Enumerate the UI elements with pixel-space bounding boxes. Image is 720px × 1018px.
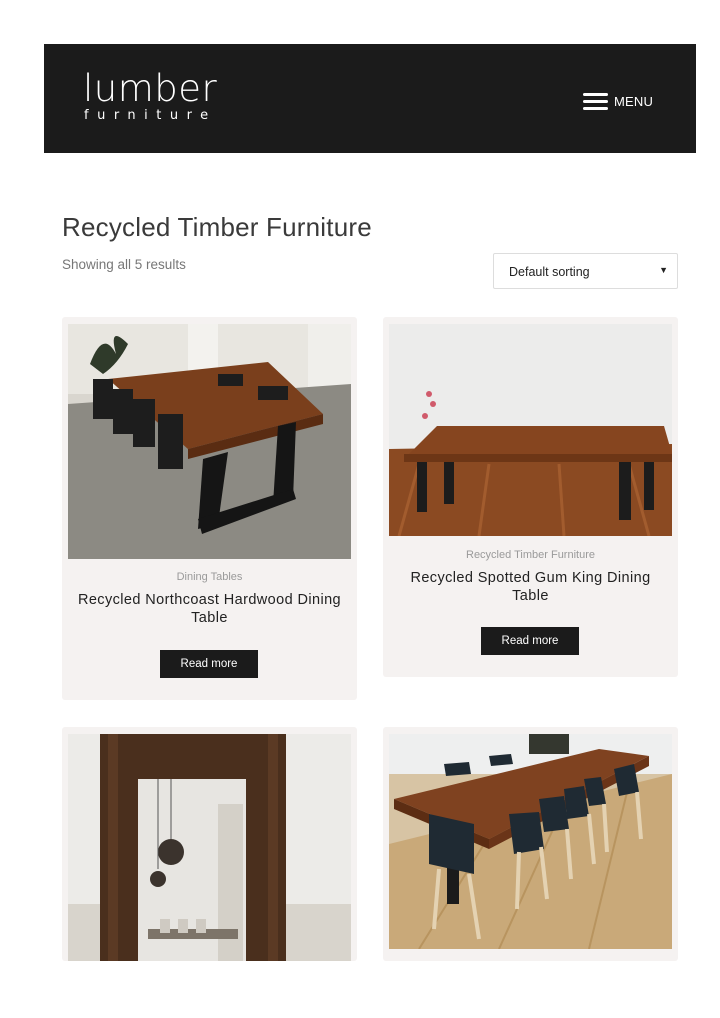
product-category[interactable]: Recycled Timber Furniture xyxy=(383,549,678,561)
site-logo[interactable]: lumber furniture xyxy=(83,70,217,124)
product-card xyxy=(62,727,357,961)
product-card: Dining Tables Recycled Northcoast Hardwo… xyxy=(62,317,357,700)
site-header: lumber furniture MENU xyxy=(44,44,696,153)
sorting-select[interactable]: Default sorting ▼ xyxy=(493,253,678,289)
results-count: Showing all 5 results xyxy=(62,257,186,272)
menu-button[interactable]: MENU xyxy=(583,91,653,111)
product-card xyxy=(383,727,678,961)
product-card: Recycled Timber Furniture Recycled Spott… xyxy=(383,317,678,677)
logo-wordmark: lumber xyxy=(83,67,218,110)
product-image[interactable] xyxy=(389,734,672,949)
page-title: Recycled Timber Furniture xyxy=(62,212,372,242)
sorting-selected-value: Default sorting xyxy=(509,265,590,279)
read-more-button[interactable]: Read more xyxy=(481,627,579,655)
product-title[interactable]: Recycled Spotted Gum King Dining Table xyxy=(393,569,668,605)
product-image[interactable] xyxy=(68,734,351,961)
menu-label: MENU xyxy=(614,93,654,109)
read-more-button[interactable]: Read more xyxy=(160,650,258,678)
caret-down-icon: ▼ xyxy=(659,265,668,275)
hamburger-icon xyxy=(583,92,608,110)
product-category[interactable]: Dining Tables xyxy=(62,571,357,583)
product-image[interactable] xyxy=(68,324,351,559)
product-title[interactable]: Recycled Northcoast Hardwood Dining Tabl… xyxy=(72,591,347,627)
logo-tagline: furniture xyxy=(84,108,217,123)
product-image[interactable] xyxy=(389,324,672,536)
